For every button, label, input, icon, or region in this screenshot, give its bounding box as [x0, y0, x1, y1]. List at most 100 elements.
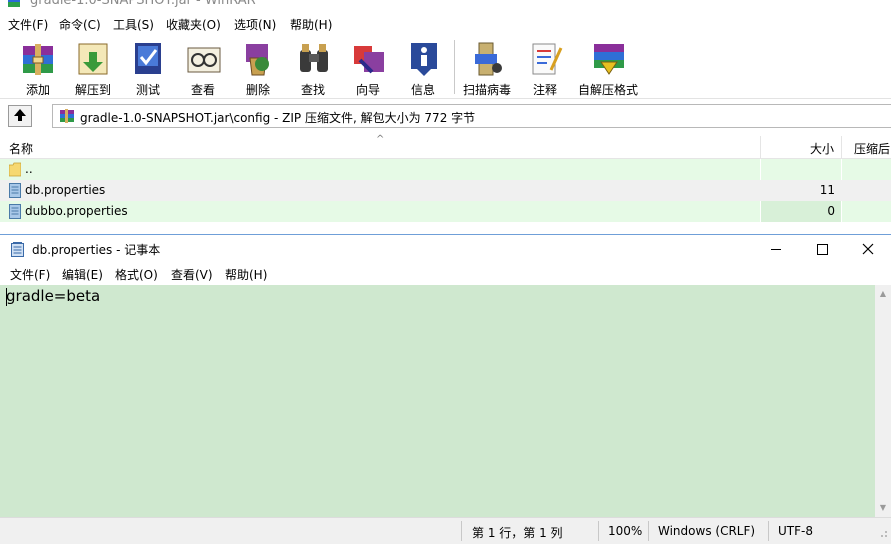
maximize-button[interactable] [799, 235, 845, 264]
wizard-button[interactable]: 向导 [342, 38, 394, 97]
comment-icon [527, 40, 565, 78]
file-list-header: 名称 ^ 大小 压缩后 [0, 134, 891, 159]
menu-help[interactable]: 帮助(H) [290, 16, 332, 33]
column-separator [841, 136, 842, 158]
size-cell: 0 [761, 201, 841, 222]
file-icon [9, 183, 21, 198]
text-editor[interactable]: gradle=beta [0, 285, 875, 517]
file-row-db-properties[interactable]: db.properties 11 [0, 180, 891, 201]
info-button[interactable]: 信息 [397, 38, 449, 97]
minimize-button[interactable] [753, 235, 799, 264]
notepad-title-bar: db.properties - 记事本 [0, 235, 891, 264]
menu-commands[interactable]: 命令(C) [59, 16, 101, 33]
virus-scan-icon [469, 40, 507, 78]
comment-label: 注释 [532, 83, 557, 97]
virus-scan-button[interactable]: 扫描病毒 [461, 38, 513, 97]
packed-cell [842, 159, 891, 180]
sfx-label: 自解压格式 [577, 83, 638, 97]
file-name: .. [25, 162, 33, 176]
sfx-button[interactable]: 自解压格式 [578, 38, 638, 97]
wizard-icon [350, 40, 388, 78]
menu-options[interactable]: 选项(N) [234, 16, 276, 33]
menu-tools[interactable]: 工具(S) [113, 16, 154, 33]
scroll-up-icon[interactable]: ▲ [879, 290, 887, 298]
up-arrow-icon [13, 108, 27, 122]
name-cell: db.properties [0, 180, 760, 201]
find-button[interactable]: 查找 [287, 38, 339, 97]
winrar-path-bar: gradle-1.0-SNAPSHOT.jar\config - ZIP 压缩文… [0, 102, 891, 130]
add-archive-icon [20, 40, 58, 78]
menu-file[interactable]: 文件(F) [8, 16, 48, 33]
status-separator [461, 521, 462, 541]
np-menu-edit[interactable]: 编辑(E) [62, 266, 103, 283]
editor-content: gradle=beta [6, 287, 101, 305]
sfx-icon [590, 40, 628, 78]
column-separator [760, 136, 761, 158]
np-menu-view[interactable]: 查看(V) [171, 266, 213, 283]
column-name[interactable]: 名称 [9, 140, 33, 157]
minimize-icon [771, 249, 781, 250]
test-icon [130, 40, 168, 78]
archive-icon [59, 108, 75, 124]
winrar-title-bar: gradle-1.0-SNAPSHOT.jar - WinRAR [0, 0, 891, 12]
info-icon [405, 40, 443, 78]
size-cell: 11 [761, 180, 841, 201]
close-icon [862, 243, 874, 255]
path-text: gradle-1.0-SNAPSHOT.jar\config - ZIP 压缩文… [80, 111, 476, 125]
folder-icon [8, 162, 22, 177]
cursor-position: 第 1 行，第 1 列 [472, 526, 563, 540]
scroll-down-icon[interactable]: ▼ [879, 504, 887, 512]
notepad-title-text: db.properties - 记事本 [32, 243, 161, 257]
zoom-level: 100% [608, 524, 643, 538]
file-row-parent[interactable]: .. [0, 159, 891, 180]
column-packed[interactable]: 压缩后 [854, 140, 890, 157]
extract-to-button[interactable]: 解压到 [67, 38, 119, 97]
view-button[interactable]: 查看 [177, 38, 229, 97]
column-size[interactable]: 大小 [810, 140, 834, 157]
sort-arrow-icon: ^ [376, 134, 385, 145]
extract-to-icon [75, 40, 113, 78]
np-menu-format[interactable]: 格式(O) [115, 266, 158, 283]
add-button[interactable]: 添加 [12, 38, 64, 97]
path-field[interactable]: gradle-1.0-SNAPSHOT.jar\config - ZIP 压缩文… [52, 104, 891, 128]
size-cell [761, 159, 841, 180]
winrar-toolbar: 添加 解压到 测试 查看 删除 查找 向导 信息 扫描病毒 注释 自解压格式 [0, 34, 891, 99]
delete-button[interactable]: 删除 [232, 38, 284, 97]
packed-cell [842, 180, 891, 201]
vertical-scrollbar[interactable]: ▲ ▼ [875, 285, 891, 517]
file-name: dubbo.properties [25, 204, 128, 218]
test-button[interactable]: 测试 [122, 38, 174, 97]
comment-button[interactable]: 注释 [519, 38, 571, 97]
np-menu-file[interactable]: 文件(F) [10, 266, 50, 283]
winrar-menu-bar: 文件(F) 命令(C) 工具(S) 收藏夹(O) 选项(N) 帮助(H) [0, 14, 891, 34]
menu-favorites[interactable]: 收藏夹(O) [166, 16, 221, 33]
info-label: 信息 [410, 83, 435, 97]
status-separator [768, 521, 769, 541]
line-ending: Windows (CRLF) [658, 524, 756, 538]
file-name: db.properties [25, 183, 106, 197]
maximize-icon [817, 244, 828, 255]
text-caret [6, 288, 7, 306]
winrar-title-text: gradle-1.0-SNAPSHOT.jar - WinRAR [30, 0, 256, 8]
view-icon [185, 40, 223, 78]
resize-grip-icon[interactable] [876, 526, 888, 538]
name-cell: dubbo.properties [0, 201, 760, 222]
close-button[interactable] [845, 235, 891, 264]
status-bar: 第 1 行，第 1 列 100% Windows (CRLF) UTF-8 [0, 517, 891, 544]
np-menu-help[interactable]: 帮助(H) [225, 266, 267, 283]
notepad-app-icon [11, 242, 24, 257]
file-row-dubbo-properties[interactable]: dubbo.properties 0 [0, 201, 891, 222]
packed-cell [842, 201, 891, 222]
status-separator [598, 521, 599, 541]
file-size: 11 [819, 183, 835, 197]
status-separator [648, 521, 649, 541]
notepad-menu-bar: 文件(F) 编辑(E) 格式(O) 查看(V) 帮助(H) [0, 264, 891, 284]
find-icon [295, 40, 333, 78]
notepad-window: db.properties - 记事本 文件(F) 编辑(E) 格式(O) 查看… [0, 234, 891, 544]
encoding: UTF-8 [778, 524, 813, 538]
file-size: 0 [827, 204, 835, 218]
up-folder-button[interactable] [8, 105, 32, 127]
delete-icon [240, 40, 278, 78]
name-cell: .. [0, 159, 760, 180]
file-icon [9, 204, 21, 219]
